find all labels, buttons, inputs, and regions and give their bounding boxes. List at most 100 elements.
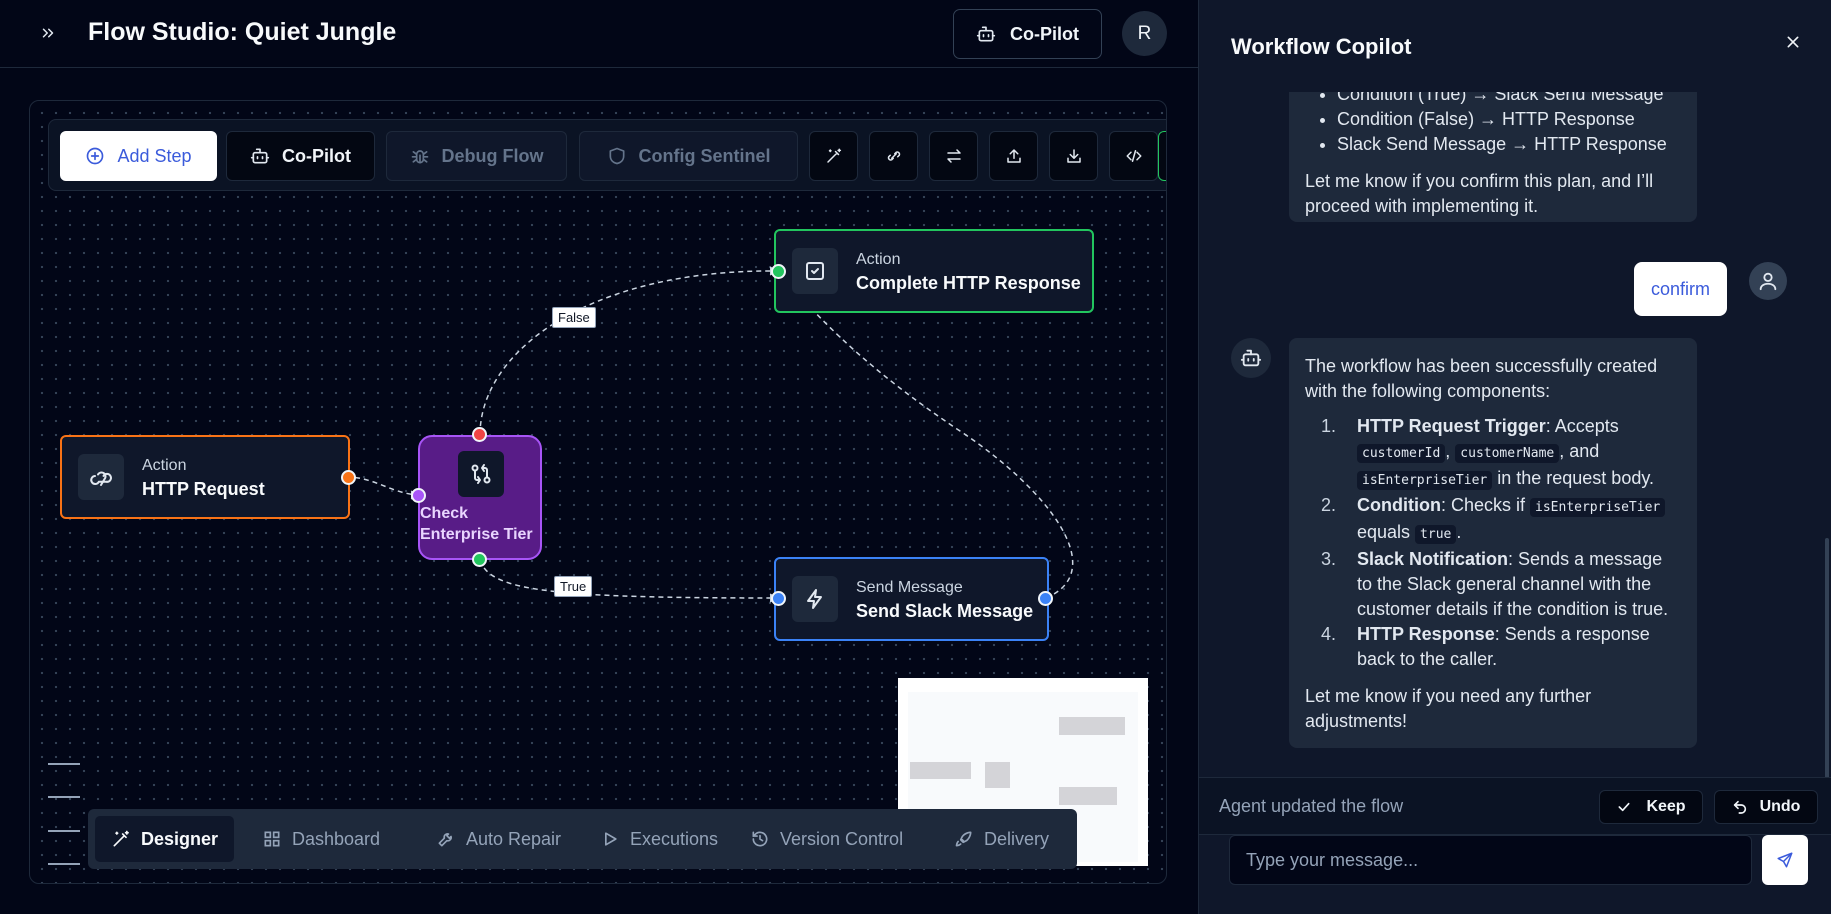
keep-button[interactable]: Keep xyxy=(1599,790,1703,824)
bot-icon xyxy=(1240,349,1262,367)
tab-label: Delivery xyxy=(984,828,1050,849)
chat-message-input[interactable] xyxy=(1229,835,1752,885)
item-text: , and xyxy=(1559,441,1600,461)
close-panel-button[interactable] xyxy=(1781,30,1805,54)
node-title: Send Slack Message xyxy=(856,601,1034,621)
tab-version-control[interactable]: Version Control xyxy=(734,816,919,862)
node-title: Complete HTTP Response xyxy=(856,273,1081,293)
assistant-plan-message: Condition (True) → Slack Send Message Co… xyxy=(1289,92,1697,222)
tab-delivery[interactable]: Delivery xyxy=(938,816,1065,862)
condition-input-port[interactable] xyxy=(411,488,426,503)
undo-button[interactable]: Undo xyxy=(1714,790,1818,824)
send-icon xyxy=(1777,852,1793,868)
node-icon-box xyxy=(792,248,838,294)
edge-http-to-condition xyxy=(345,476,419,496)
plan-list: Condition (True) → Slack Send Message Co… xyxy=(1305,92,1681,157)
app-root: Flow Studio: Quiet Jungle Co-Pilot R Add… xyxy=(0,0,1831,914)
tab-label: Designer xyxy=(141,828,219,849)
result-item: 4. HTTP Response: Sends a response back t… xyxy=(1305,622,1681,672)
tab-auto-repair[interactable]: Auto Repair xyxy=(420,816,577,862)
assistant-result-message: The workflow has been successfully creat… xyxy=(1289,338,1697,748)
rocket-icon xyxy=(955,831,972,847)
slack-output-port[interactable] xyxy=(1038,591,1053,606)
node-icon-box xyxy=(792,576,838,622)
panel-title: Workflow Copilot xyxy=(1231,34,1412,59)
condition-true-port[interactable] xyxy=(472,552,487,567)
lock-button[interactable] xyxy=(48,863,80,865)
node-condition[interactable]: Check Enterprise Tier xyxy=(418,435,542,560)
tab-dashboard[interactable]: Dashboard xyxy=(246,816,396,862)
zoom-out-button[interactable] xyxy=(48,796,80,798)
node-title-line1: Check xyxy=(420,505,469,522)
item-number: 4. xyxy=(1321,624,1337,644)
item-text: : Checks if xyxy=(1440,495,1531,515)
flow-canvas[interactable]: Add Step Co-Pilot Debug Flow Config Sent… xyxy=(29,100,1167,884)
minimap-node xyxy=(1059,787,1117,805)
item-text: in the request body. xyxy=(1492,468,1655,488)
agent-status-bar: Agent updated the flow Keep Undo xyxy=(1199,777,1831,835)
user-chat-avatar xyxy=(1749,262,1787,300)
http-output-port[interactable] xyxy=(341,470,356,485)
play-icon xyxy=(605,832,617,846)
check-square-icon xyxy=(806,262,824,280)
result-item: 2. Condition: Checks if isEnterpriseTier … xyxy=(1305,493,1681,547)
node-send-slack-message[interactable]: Send Message Send Slack Message xyxy=(774,557,1049,641)
undo-icon xyxy=(1733,800,1746,814)
page-title: Flow Studio: Quiet Jungle xyxy=(88,18,397,46)
close-icon xyxy=(1787,36,1799,48)
condition-false-port[interactable] xyxy=(472,427,487,442)
chat-messages[interactable]: Condition (True) → Slack Send Message Co… xyxy=(1199,92,1831,777)
inline-code: isEnterpriseTier xyxy=(1357,471,1493,490)
plan-item: Condition (False) → HTTP Response xyxy=(1337,107,1681,132)
inline-code: isEnterpriseTier xyxy=(1530,498,1666,517)
inline-code: customerName xyxy=(1455,444,1560,463)
item-number: 1. xyxy=(1321,416,1337,436)
node-http-request[interactable]: Action HTTP Request xyxy=(60,435,350,519)
git-compare-icon xyxy=(471,464,491,484)
tab-label: Version Control xyxy=(780,828,904,849)
copilot-button[interactable]: Co-Pilot xyxy=(953,9,1102,59)
item-text: equals xyxy=(1357,522,1416,542)
item-text: : Accepts xyxy=(1545,416,1619,436)
false-edge-label[interactable]: False xyxy=(552,307,596,328)
slack-input-port[interactable] xyxy=(771,591,786,606)
agent-status-text: Agent updated the flow xyxy=(1219,796,1404,816)
item-number: 3. xyxy=(1321,549,1337,569)
inline-code: true xyxy=(1415,525,1457,544)
tab-label: Dashboard xyxy=(292,828,381,849)
result-intro: The workflow has been successfully creat… xyxy=(1305,356,1658,401)
wrench-icon xyxy=(438,833,452,847)
user-icon xyxy=(1759,272,1777,291)
complete-input-port[interactable] xyxy=(771,264,786,279)
copilot-panel: Workflow Copilot Condition (True) → Slac… xyxy=(1198,0,1831,914)
node-title-line2: Enterprise Tier xyxy=(420,526,533,543)
inline-code: customerId xyxy=(1357,444,1446,463)
tab-designer[interactable]: Designer xyxy=(95,816,235,862)
lightning-icon xyxy=(807,589,822,609)
true-edge-label[interactable]: True xyxy=(554,576,593,597)
dashboard-icon xyxy=(264,831,280,847)
result-list: 1. HTTP Request Trigger: Accepts customer… xyxy=(1305,414,1681,672)
plan-confirm-text: Let me know if you confirm this plan, an… xyxy=(1305,171,1654,216)
node-subtitle: Action xyxy=(856,251,901,268)
node-complete-http-response[interactable]: Action Complete HTTP Response xyxy=(774,229,1094,313)
chevrons-right-icon xyxy=(42,28,54,38)
send-button[interactable] xyxy=(1762,835,1808,885)
user-avatar[interactable]: R xyxy=(1122,11,1167,56)
edge-true xyxy=(479,559,779,599)
top-bar: Flow Studio: Quiet Jungle Co-Pilot R xyxy=(0,0,1198,68)
history-icon xyxy=(752,831,768,847)
edge-slack-to-complete xyxy=(777,270,1074,599)
tab-executions[interactable]: Executions xyxy=(584,816,734,862)
designer-area: Flow Studio: Quiet Jungle Co-Pilot R Add… xyxy=(0,0,1198,914)
item-heading: HTTP Request Trigger xyxy=(1357,416,1546,436)
zoom-in-button[interactable] xyxy=(48,763,80,765)
fit-view-button[interactable] xyxy=(48,830,80,832)
chat-scrollbar[interactable] xyxy=(1825,538,1829,777)
item-number: 2. xyxy=(1321,495,1337,515)
result-item: 1. HTTP Request Trigger: Accepts customer… xyxy=(1305,414,1681,493)
edge-false xyxy=(479,270,779,436)
tab-label: Auto Repair xyxy=(466,828,562,849)
webhook-icon xyxy=(90,471,112,486)
expand-sidebar-button[interactable] xyxy=(34,18,62,48)
